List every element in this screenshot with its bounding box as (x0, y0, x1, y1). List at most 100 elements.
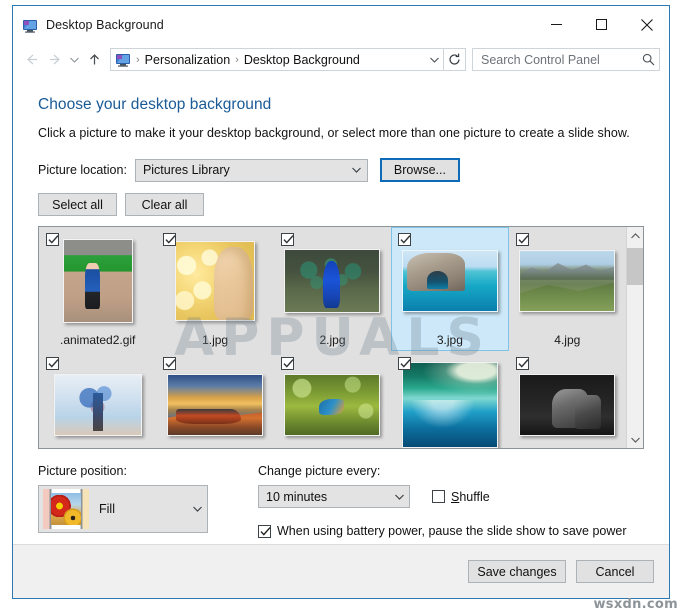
recent-locations-chevron-down-icon[interactable] (67, 48, 82, 72)
thumbnail-artwork (168, 375, 262, 435)
picture-location-label: Picture location: (38, 163, 127, 177)
picture-checkbox[interactable] (398, 233, 411, 246)
picture-filename: .animated2.gif (60, 330, 135, 350)
picture-thumbnail (402, 250, 498, 312)
save-changes-button[interactable]: Save changes (468, 560, 566, 583)
picture-tile[interactable] (274, 351, 391, 448)
picture-thumbnail (63, 239, 133, 323)
flower-thumbnail-icon (43, 489, 89, 529)
picture-tile[interactable] (509, 351, 626, 448)
browse-button[interactable]: Browse... (380, 158, 460, 182)
shuffle-checkbox-row[interactable]: Shuffle (432, 490, 490, 504)
monitor-icon (115, 52, 131, 68)
picture-checkbox[interactable] (516, 233, 529, 246)
breadcrumb-item-personalization[interactable]: Personalization (142, 53, 233, 67)
picture-grid[interactable]: .animated2.gif 1.jpg 2.jpg 3.jpg 4.jpg (39, 227, 626, 448)
address-bar: › Personalization › Desktop Background S… (13, 43, 669, 76)
picture-thumbnail (54, 374, 142, 436)
thumbnail-artwork (403, 363, 497, 447)
clear-all-button[interactable]: Clear all (125, 193, 204, 216)
picture-thumbnail (284, 374, 380, 436)
picture-tile[interactable] (391, 351, 508, 448)
picture-checkbox[interactable] (281, 357, 294, 370)
breadcrumb[interactable]: › Personalization › Desktop Background (110, 48, 466, 71)
thumbnail-artwork (176, 242, 254, 320)
picture-tile[interactable] (39, 351, 156, 448)
breadcrumb-item-desktop-background[interactable]: Desktop Background (241, 53, 363, 67)
content-area: Choose your desktop background Click a p… (13, 76, 669, 544)
battery-pause-checkbox[interactable] (258, 525, 271, 538)
picture-tile[interactable]: 3.jpg (391, 227, 508, 351)
shuffle-label: Shuffle (451, 490, 490, 504)
picture-checkbox[interactable] (398, 357, 411, 370)
picture-tile[interactable] (156, 351, 273, 448)
picture-tile[interactable]: 1.jpg (156, 227, 273, 351)
thumbnail-artwork (520, 251, 614, 311)
picture-tile[interactable]: 4.jpg (509, 227, 626, 351)
picture-filename: 1.jpg (202, 330, 228, 350)
scrollbar-track[interactable] (627, 244, 643, 431)
picture-tile[interactable]: .animated2.gif (39, 227, 156, 351)
picture-filename: 4.jpg (554, 330, 580, 350)
chevron-down-icon[interactable] (389, 494, 409, 500)
picture-position-group: Picture position: Fill (38, 464, 234, 538)
maximize-button[interactable] (579, 6, 624, 43)
thumbnail-artwork (64, 240, 132, 322)
window-title: Desktop Background (46, 18, 164, 32)
picture-checkbox[interactable] (163, 233, 176, 246)
refresh-icon[interactable] (444, 53, 465, 66)
thumbnail-artwork (285, 375, 379, 435)
breadcrumb-chevron-down-icon[interactable] (425, 57, 443, 63)
back-arrow-icon[interactable] (19, 48, 43, 72)
page-description: Click a picture to make it your desktop … (38, 126, 644, 140)
chevron-down-icon[interactable] (347, 167, 367, 173)
picture-location-value: Pictures Library (136, 163, 347, 177)
picture-checkbox[interactable] (516, 357, 529, 370)
change-interval-select[interactable]: 10 minutes (258, 485, 410, 508)
picture-position-select[interactable]: Fill (38, 485, 208, 533)
select-all-button[interactable]: Select all (38, 193, 117, 216)
picture-thumbnail (284, 249, 380, 313)
cancel-button[interactable]: Cancel (576, 560, 654, 583)
picture-location-select[interactable]: Pictures Library (135, 159, 368, 182)
battery-pause-label: When using battery power, pause the slid… (277, 524, 627, 538)
picture-position-label: Picture position: (38, 464, 234, 478)
breadcrumb-separator: › (134, 54, 142, 66)
picture-tile[interactable]: 2.jpg (274, 227, 391, 351)
close-button[interactable] (624, 6, 669, 43)
battery-pause-checkbox-row[interactable]: When using battery power, pause the slid… (258, 524, 644, 538)
search-input[interactable]: Search Control Panel (472, 48, 660, 71)
picture-location-row: Picture location: Pictures Library Brows… (38, 158, 644, 182)
picture-thumbnail (167, 374, 263, 436)
interval-row: 10 minutes Shuffle (258, 485, 644, 508)
thumbnail-artwork (285, 250, 379, 312)
window-controls (534, 6, 669, 43)
title-bar: Desktop Background (13, 6, 669, 43)
scrollbar-thumb[interactable] (627, 248, 643, 285)
picture-checkbox[interactable] (281, 233, 294, 246)
forward-arrow-icon[interactable] (43, 48, 67, 72)
grid-scrollbar[interactable] (626, 227, 643, 448)
desktop-background-window: Desktop Background (12, 5, 670, 599)
monitor-icon (22, 18, 38, 34)
picture-checkbox[interactable] (46, 357, 59, 370)
picture-thumbnail (402, 362, 498, 448)
change-interval-value: 10 minutes (259, 490, 389, 504)
change-picture-group: Change picture every: 10 minutes Shuffle (258, 464, 644, 538)
chevron-down-icon[interactable] (187, 506, 207, 512)
picture-thumbnail (175, 241, 255, 321)
shuffle-checkbox[interactable] (432, 490, 445, 503)
picture-checkbox[interactable] (46, 233, 59, 246)
selection-buttons: Select all Clear all (38, 193, 644, 216)
search-icon[interactable] (637, 53, 659, 66)
scroll-up-chevron-up-icon[interactable] (627, 227, 643, 244)
up-arrow-icon[interactable] (82, 48, 106, 72)
page-title: Choose your desktop background (38, 96, 644, 114)
breadcrumb-separator: › (233, 54, 241, 66)
minimize-button[interactable] (534, 6, 579, 43)
picture-checkbox[interactable] (163, 357, 176, 370)
scroll-down-chevron-down-icon[interactable] (627, 431, 643, 448)
picture-thumbnail (519, 250, 615, 312)
picture-filename: 3.jpg (437, 330, 463, 350)
corner-watermark: wsxdn.com (593, 597, 678, 612)
